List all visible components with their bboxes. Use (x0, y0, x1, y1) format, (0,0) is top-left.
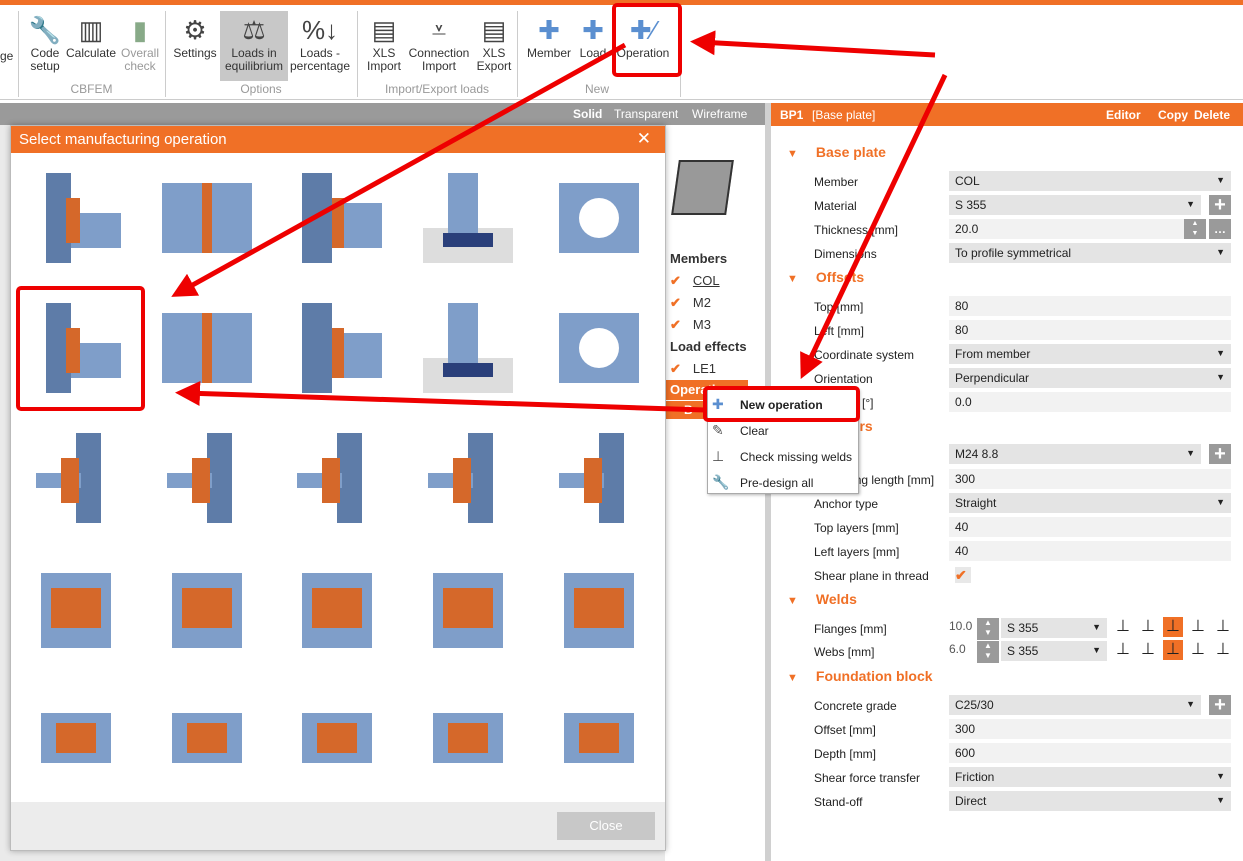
arrow-to-operation (690, 30, 936, 58)
arrow-menu-to-thumbnail (175, 380, 706, 413)
arrow-to-thumbnail (171, 42, 627, 297)
arrow-to-menu (800, 73, 948, 380)
annotation-arrows (171, 30, 948, 413)
